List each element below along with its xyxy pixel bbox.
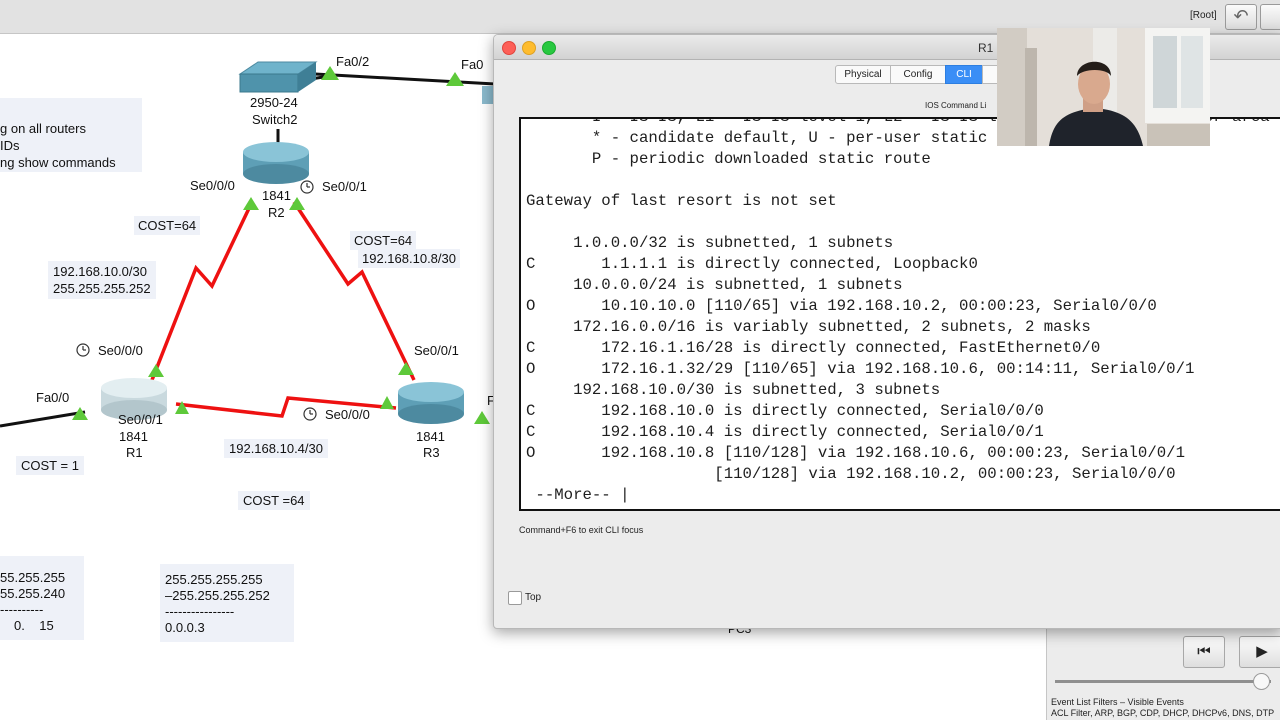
toolbar-button[interactable]: [1260, 4, 1280, 30]
wildcard-calc-box: 255.255.255.255 –255.255.255.252 -------…: [160, 564, 294, 642]
ethernet-link-r1-lan: [0, 410, 86, 428]
device-model-label: 1841: [416, 429, 445, 444]
tab-physical[interactable]: Physical: [835, 65, 891, 84]
window-title: R1: [978, 41, 994, 55]
ethernet-link-switch-pc: [314, 72, 496, 86]
calc-line: ----------: [0, 602, 44, 617]
simulation-panel: ⏮ ▶ Event List Filters – Visible Events …: [1046, 620, 1280, 720]
playback-slider-thumb[interactable]: [1253, 673, 1270, 690]
play-icon[interactable]: ▶: [1239, 636, 1280, 668]
router-icon-r3[interactable]: [398, 382, 464, 424]
network-address: 192.168.10.0/30: [53, 264, 147, 279]
interface-label: Se0/0/0: [190, 178, 235, 193]
event-filter-list[interactable]: ACL Filter, ARP, BGP, CDP, DHCP, DHCPv6,…: [1051, 708, 1274, 719]
skip-back-icon[interactable]: ⏮: [1183, 636, 1225, 668]
interface-label: Se0/0/0: [325, 407, 370, 422]
root-breadcrumb[interactable]: [Root]: [1190, 10, 1217, 21]
note-line: ng show commands: [0, 155, 116, 170]
cli-terminal[interactable]: I - IS-IS, L1 - IS-IS level-1, L2 - IS-I…: [519, 117, 1280, 511]
calc-line: ----------------: [165, 604, 235, 619]
network-mask: 255.255.255.252: [53, 281, 151, 296]
calc-line: 55.255.240: [0, 586, 66, 601]
serial-link-r2-r3: [292, 201, 416, 381]
network-label: 192.168.10.0/30 255.255.255.252: [48, 261, 156, 299]
tab-config[interactable]: Config: [890, 65, 946, 84]
undo-arrow-icon[interactable]: ↶: [1225, 4, 1257, 30]
top-checkbox[interactable]: [508, 591, 522, 605]
cost-label: COST =64: [238, 491, 310, 510]
playback-slider[interactable]: [1055, 680, 1271, 683]
clock-icon: [303, 407, 317, 421]
cost-label: COST=64: [350, 231, 417, 250]
interface-label: Se0/0/1: [118, 412, 163, 427]
device-name-label: R2: [268, 205, 285, 220]
ios-command-line-label: IOS Command Li: [925, 101, 987, 110]
router-icon-r2[interactable]: [243, 142, 309, 184]
exit-cli-hint: Command+F6 to exit CLI focus: [519, 525, 644, 535]
cost-label: COST = 1: [16, 456, 84, 475]
event-list-title: Event List Filters – Visible Events: [1051, 697, 1184, 707]
note-line: g on all routers: [0, 121, 86, 136]
interface-label: Se0/0/1: [414, 343, 459, 358]
interface-label: Fa0/2: [336, 54, 370, 69]
presenter-video: [997, 28, 1210, 146]
device-name-label: Switch2: [252, 112, 298, 127]
device-model-label: 1841: [262, 188, 291, 203]
interface-label: Se0/0/1: [322, 179, 367, 194]
device-model-label: 1841: [119, 429, 148, 444]
notes-box: g on all routers IDs ng show commands: [0, 98, 142, 172]
top-checkbox-label: Top: [525, 592, 542, 603]
close-button[interactable]: [502, 41, 516, 55]
webcam-overlay: [997, 28, 1210, 146]
device-model-label: 2950-24: [250, 95, 298, 110]
interface-label: Fa0/0: [36, 390, 70, 405]
terminal-output: I - IS-IS, L1 - IS-IS level-1, L2 - IS-I…: [526, 117, 1270, 504]
device-name-label: R3: [423, 445, 440, 460]
calc-line: 0. 15: [14, 618, 54, 633]
note-line: IDs: [0, 138, 20, 153]
switch-icon[interactable]: [238, 61, 318, 93]
maximize-button[interactable]: [542, 41, 556, 55]
interface-label: Se0/0/0: [98, 343, 143, 358]
network-label: 192.168.10.4/30: [224, 439, 328, 458]
calc-line: 55.255.255: [0, 570, 66, 585]
calc-line: 0.0.0.3: [165, 620, 205, 635]
cost-label: COST=64: [134, 216, 201, 235]
clock-icon: [300, 180, 314, 194]
minimize-button[interactable]: [522, 41, 536, 55]
calc-line: –255.255.255.252: [165, 588, 270, 603]
network-label: 192.168.10.8/30: [358, 249, 460, 268]
clock-icon: [76, 343, 90, 357]
event-list-filters: Event List Filters – Visible Events ACL …: [1051, 697, 1274, 719]
tab-cli[interactable]: CLI: [945, 65, 983, 84]
calc-line: 255.255.255.255: [165, 572, 263, 587]
device-name-label: R1: [126, 445, 143, 460]
interface-label: Fa0: [461, 57, 484, 72]
wildcard-calc-box: 55.255.255 55.255.240 ---------- 0. 15: [0, 556, 84, 640]
